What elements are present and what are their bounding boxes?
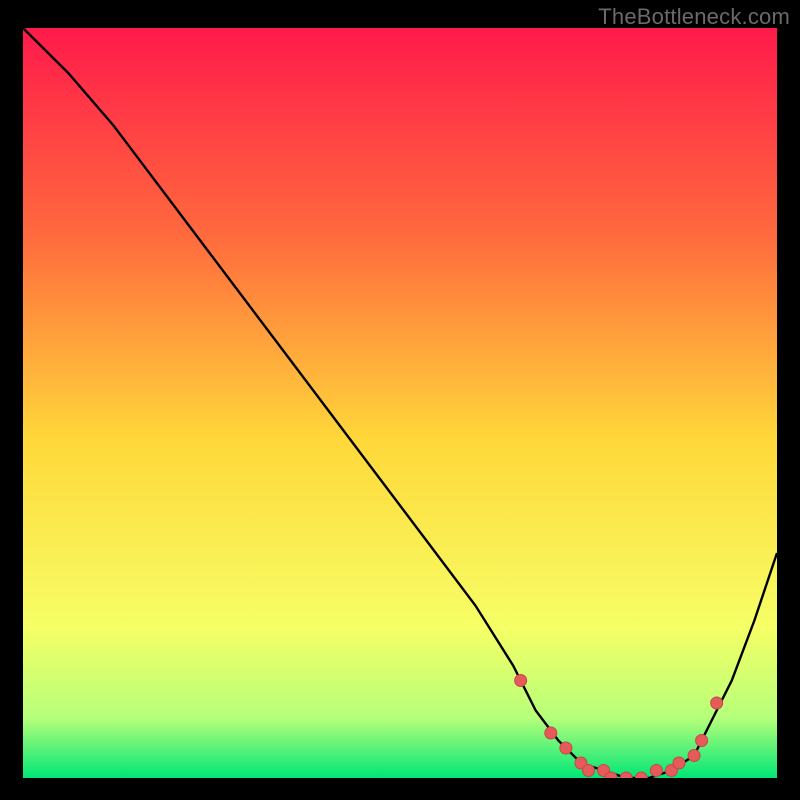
marker-point xyxy=(515,675,527,687)
marker-point xyxy=(673,757,685,769)
marker-point xyxy=(545,727,557,739)
marker-point xyxy=(688,750,700,762)
marker-point xyxy=(696,735,708,747)
chart-frame: TheBottleneck.com xyxy=(0,0,800,800)
marker-point xyxy=(583,765,595,777)
chart-svg xyxy=(23,28,777,778)
gradient-background xyxy=(23,28,777,778)
attribution-label: TheBottleneck.com xyxy=(598,4,790,30)
marker-point xyxy=(650,765,662,777)
marker-point xyxy=(711,697,723,709)
plot-area xyxy=(23,28,777,778)
marker-point xyxy=(560,742,572,754)
